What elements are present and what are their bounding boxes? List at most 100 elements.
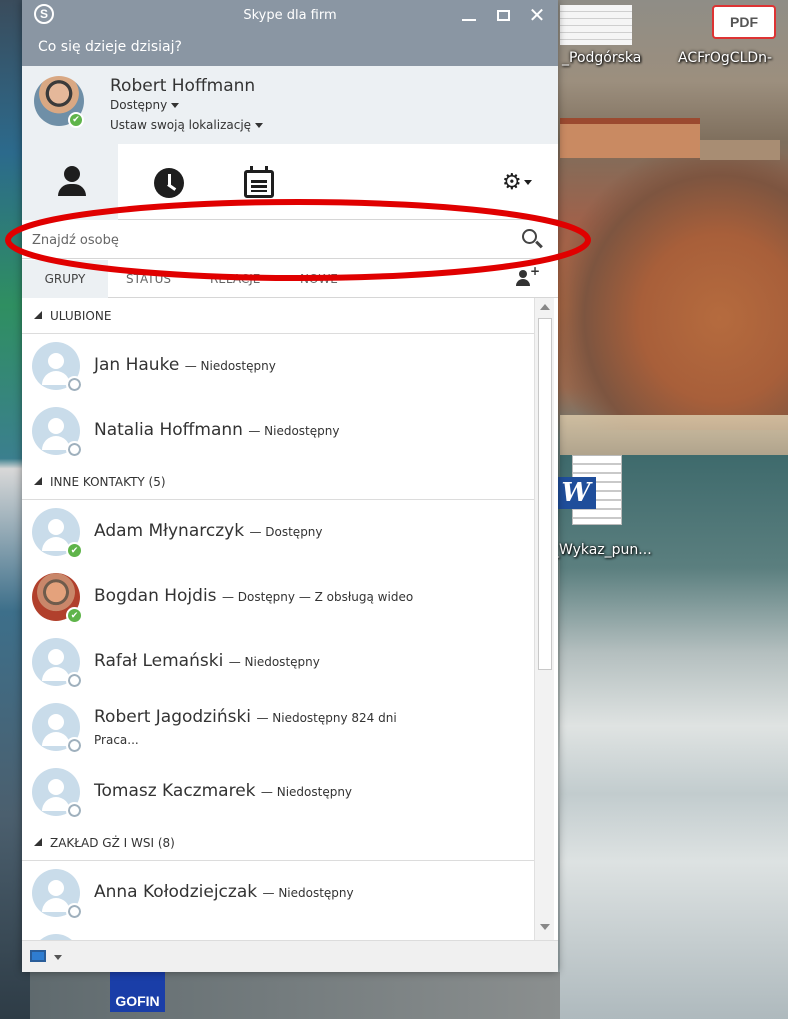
chevron-down-icon [255,123,264,128]
contact-name: Robert Jagodziński [94,707,252,727]
list-item[interactable]: ✔ Adam Młynarczyk — Dostępny [22,500,534,565]
contact-filter-tabs: GRUPY STATUS RELACJE NOWE + [22,260,558,298]
minimize-button[interactable] [452,0,486,30]
contact-status: — Niedostępny 824 dni [256,711,397,725]
contact-status: — Niedostępny [260,785,353,799]
calendar-icon-lines [251,180,267,192]
desktop-icon-label: ACFrOgCLDn- [678,50,773,66]
avatar-placeholder-icon [48,714,64,730]
avatar-placeholder-icon [48,649,64,665]
collapse-triangle-icon [34,838,42,846]
desktop-wallpaper-building [700,140,780,160]
presence-online-icon: ✔ [68,112,84,128]
desktop-wallpaper-cliff [560,150,788,430]
list-item[interactable]: Natalia Hoffmann — Niedostępny [22,399,534,464]
search-icon-handle [535,240,543,249]
list-item[interactable]: Rafał Lemański — Niedostępny [22,630,534,695]
contact-status: — Dostępny [249,525,323,539]
contact-status: — Dostępny — Z obsługą wideo [221,590,414,604]
scrollbar-thumb[interactable] [538,318,552,670]
profile-section: ✔ Robert Hoffmann Dostępny Ustaw swoją l… [22,66,558,144]
tab-status[interactable]: STATUS [126,272,171,286]
list-item[interactable]: ✔ Bogdan Hojdis — Dostępny — Z obsługą w… [22,565,534,630]
contact-name: Adam Młynarczyk [94,521,245,541]
avatar-placeholder-icon [48,880,64,896]
desktop-icon-word[interactable]: W [556,455,626,527]
gear-icon: ⚙ [502,169,522,195]
contact-name-line: Anna Kołodziejczak — Niedostępny [94,882,354,902]
mood-message-field[interactable]: Co się dzieje dzisiaj? [22,34,558,66]
person-icon[interactable] [52,166,92,200]
search-icon[interactable] [522,229,544,251]
contact-name: Anna Kołodziejczak [94,882,258,902]
add-contact-icon-head [519,270,527,278]
options-menu-button[interactable]: ⚙ [502,169,542,195]
contact-list[interactable]: ULUBIONE Jan Hauke — Niedostępny Natalia… [22,298,534,940]
location-dropdown[interactable]: Ustaw swoją lokalizację [110,118,264,132]
desktop-icon-pdf[interactable]: PDF [712,5,776,39]
avatar-placeholder-icon [48,779,64,795]
chevron-down-icon [171,103,180,108]
group-header-favorites[interactable]: ULUBIONE [22,298,534,334]
list-item[interactable]: Tomasz Kaczmarek — Niedostępny [22,760,534,825]
contact-name: Jan Hauke [94,355,180,375]
contact-status: — Niedostępny [262,886,354,900]
desktop-icon-label: GOFIN [115,993,160,1009]
tab-new[interactable]: NOWE [300,272,338,286]
search-input[interactable] [32,229,502,251]
contact-name-line: Bogdan Hojdis — Dostępny — Z obsługą wid… [94,586,413,606]
list-item[interactable]: Anna Kołodziejczak — Niedostępny [22,861,534,926]
contact-name: Rafał Lemański [94,651,224,671]
desktop-icon-gofin[interactable]: GOFIN [110,972,165,1012]
avatar-placeholder-icon [48,353,64,369]
maximize-icon [496,9,510,21]
contact-name: Tomasz Kaczmarek [94,781,256,801]
group-header-other-contacts[interactable]: INNE KONTAKTY (5) [22,464,534,500]
chevron-down-icon[interactable] [54,955,62,960]
desktop-wallpaper-building [560,118,700,158]
audio-device-button[interactable] [30,950,46,962]
presence-offline-icon [66,903,83,920]
close-button[interactable]: ✕ [520,0,554,30]
title-bar[interactable]: S Skype dla firm ✕ [22,0,558,34]
contact-status: — Niedostępny [228,655,320,669]
add-contact-icon-body [516,279,530,286]
skype-window: S Skype dla firm ✕ Co się dzieje dzisiaj… [22,0,558,972]
list-item[interactable]: Jan Hauke — Niedostępny [22,334,534,399]
avatar-placeholder-icon [48,519,64,535]
presence-dropdown[interactable]: Dostępny [110,98,180,112]
list-item[interactable] [22,926,534,940]
add-contact-button[interactable]: + [516,264,540,290]
contact-status: — Niedostępny [184,359,276,373]
tab-relations[interactable]: RELACJE [210,272,260,286]
avatar-placeholder-icon [48,418,64,434]
tab-groups[interactable]: GRUPY [22,260,108,298]
contact-name-line: Tomasz Kaczmarek — Niedostępny [94,781,352,801]
presence-offline-icon [66,737,83,754]
group-title: ULUBIONE [50,309,112,323]
minimize-icon [462,19,476,21]
presence-offline-icon [66,376,83,393]
contact-name-line: Rafał Lemański — Niedostępny [94,651,320,671]
presence-offline-icon [66,672,83,689]
scroll-up-icon[interactable] [540,304,550,310]
desktop-icon-podgorska[interactable] [560,5,632,45]
close-icon: ✕ [528,3,546,27]
maximize-button[interactable] [486,0,520,30]
list-item[interactable]: Robert Jagodziński — Niedostępny 824 dni… [22,695,534,760]
search-bar [22,221,558,259]
plus-icon: + [530,264,541,278]
main-tabs: ⚙ [22,144,558,220]
clock-icon[interactable] [150,166,190,200]
scroll-down-icon[interactable] [540,924,550,930]
profile-name: Robert Hoffmann [110,76,256,96]
group-header-department[interactable]: ZAKŁAD GŻ I WSI (8) [22,825,534,861]
mood-message-text: Co się dzieje dzisiaj? [38,39,182,55]
scrollbar[interactable] [534,298,554,940]
presence-offline-icon [66,441,83,458]
presence-online-icon: ✔ [66,542,83,559]
presence-offline-icon [66,802,83,819]
calendar-icon[interactable] [242,166,282,200]
contact-name: Bogdan Hojdis [94,586,217,606]
contact-name-line: Adam Młynarczyk — Dostępny [94,521,323,541]
